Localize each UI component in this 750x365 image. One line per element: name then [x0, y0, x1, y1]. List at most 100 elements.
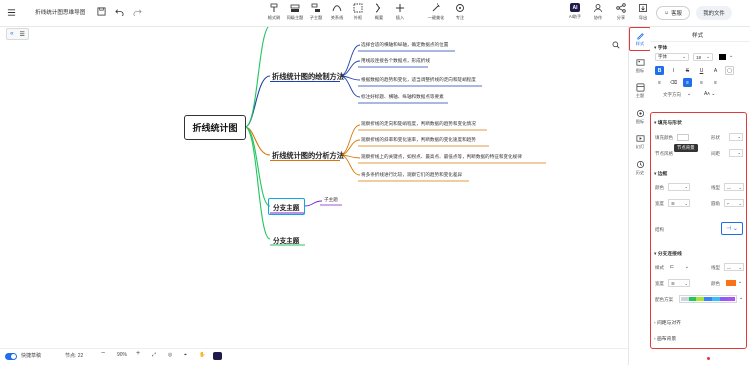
font-size-select[interactable]: 18 ⌄	[693, 53, 713, 61]
branch-color-dropdown-icon[interactable]: ⌄	[738, 279, 742, 285]
zoom-out-button[interactable]: −	[101, 350, 105, 357]
tab-label: 主题	[635, 93, 645, 98]
border-linetype-select[interactable]: — ⌄	[724, 183, 744, 191]
structure-label: 结构	[655, 227, 664, 232]
font-case-button[interactable]: Aᴀ ⌄	[704, 91, 715, 97]
branch-linetype-select[interactable]: — ⌄	[724, 263, 744, 271]
plus-icon	[396, 4, 404, 12]
tab-icons[interactable]: 图标	[629, 58, 651, 74]
undo-icon[interactable]	[115, 7, 124, 18]
panel-resize-handle[interactable]	[707, 357, 710, 360]
subtopic[interactable]: 观察折线的走向和陡峭程度，判断数据的趋势和变化情况	[361, 121, 476, 127]
font-color-swatch[interactable]	[719, 54, 726, 60]
tab-history[interactable]: 历史	[629, 160, 651, 176]
eraser-button[interactable]: ⌫	[669, 78, 678, 87]
align-section-title[interactable]: › 间距与对齐	[654, 319, 681, 326]
branch-section-title[interactable]: ▾ 分支连接线	[654, 250, 682, 257]
align-justify-button[interactable]: ≡	[697, 78, 706, 87]
subtopic[interactable]: 根据数据的趋势和变化，适当调整折线的走向和陡峭程度	[361, 77, 476, 83]
highlight-button[interactable]: ▢	[725, 66, 734, 75]
map-pin-icon[interactable]: ⌖	[184, 352, 187, 358]
subtopic[interactable]: 标注好标题、横轴、纵轴和数据点等要素	[361, 94, 444, 100]
top-toolbar: 折线统计图思维导图 格式刷 同级主题 子主题 关系线 外框 概要 插入 一键美化	[0, 0, 750, 27]
beautify-button[interactable]: 一键美化	[422, 3, 450, 25]
shortcut-label: 快捷草稿	[21, 353, 42, 359]
canvas-section-title[interactable]: › 画布背景	[654, 335, 676, 342]
menu-icon[interactable]	[7, 8, 16, 17]
main-topic[interactable]: 分支主题	[273, 235, 299, 245]
toolbar-label: 子主题	[309, 15, 323, 20]
branch-width-label: 宽度	[655, 281, 664, 286]
panel-title: 样式	[692, 33, 704, 39]
shape-section-title[interactable]: ▾ 填充与形状	[654, 119, 682, 126]
border-radius-select[interactable]: ⌐ ⌄	[724, 199, 744, 207]
locate-icon[interactable]: ◎	[168, 352, 172, 358]
fill-color-label: 填充颜色	[655, 135, 673, 140]
subtopic[interactable]: 观察折线上的关键点，如拐点、最高点、最低点等，判断数据的特征和变化规律	[361, 154, 522, 160]
selected-topic[interactable]: 分支主题	[268, 198, 305, 215]
italic-button[interactable]: I	[669, 66, 678, 75]
strikethrough-button[interactable]: S	[683, 66, 692, 75]
font-family-select[interactable]: 字体 ⌄	[655, 53, 689, 61]
hand-icon[interactable]: ✋	[199, 352, 205, 358]
assistant-bot-icon[interactable]	[213, 352, 222, 360]
align-right-button[interactable]: ≡	[711, 78, 720, 87]
zoom-in-button[interactable]: +	[136, 350, 140, 357]
scheme-dropdown-icon[interactable]: ⌄	[739, 295, 743, 301]
theme-icon	[636, 83, 644, 92]
fit-screen-icon[interactable]: ⤢	[152, 352, 156, 358]
spacing-label: 间距	[711, 151, 720, 156]
shape-select[interactable]: ⌄	[729, 133, 743, 141]
border-radius-label: 圆角	[711, 201, 720, 206]
tab-style[interactable]: 样式	[629, 27, 651, 51]
my-files-button[interactable]: 我的文件	[696, 6, 732, 20]
branch-width-select[interactable]: ☰ ⌄	[668, 279, 690, 287]
branch-color-swatch[interactable]	[726, 280, 736, 286]
branch-linetype-label: 线型	[711, 265, 720, 270]
direction-dropdown-icon[interactable]: ⌄	[687, 91, 691, 97]
subtopic[interactable]: 子主题	[324, 197, 338, 203]
underline-button[interactable]: U	[697, 66, 706, 75]
spacing-select[interactable]: ⌄	[729, 149, 743, 157]
root-topic[interactable]: 折线统计图	[184, 115, 246, 140]
brush-icon	[270, 3, 278, 12]
save-icon[interactable]	[97, 7, 106, 18]
subtopic[interactable]: 选择合适的横轴和纵轴，确定数据点的位置	[361, 42, 448, 48]
toolbar-label: 关系线	[330, 15, 344, 20]
ai-assistant-button[interactable]: AI AI助手	[563, 3, 587, 25]
bold-button[interactable]: B	[655, 66, 664, 75]
customer-service-button[interactable]: ☺ 客服	[656, 6, 690, 20]
export-button[interactable]: 导出	[631, 3, 655, 25]
font-color-dropdown-icon[interactable]: ⌄	[729, 53, 733, 59]
focus-button[interactable]: 专注	[448, 3, 472, 25]
scheme-swatch	[696, 297, 705, 301]
shortcut-toggle[interactable]	[5, 353, 17, 360]
fill-color-swatch[interactable]	[677, 134, 689, 141]
branch-style-select[interactable]: ⊏ ⌄	[668, 263, 690, 271]
mindmap-canvas[interactable]: « ☰ 折线统计图 折线统计图的绘制方法 选择合适的横轴和纵轴，确定数据点的位置…	[0, 27, 628, 348]
border-width-select[interactable]: ☰ ⌄	[668, 199, 690, 207]
color-scheme-select[interactable]	[679, 295, 737, 303]
align-center-button[interactable]: ≡	[683, 78, 692, 87]
redo-icon[interactable]	[133, 7, 142, 18]
insert-button[interactable]: 插入	[388, 3, 412, 25]
toolbar-label: 插入	[395, 15, 405, 20]
border-section-title[interactable]: ▾ 边框	[654, 170, 667, 177]
text-color-button[interactable]: A	[711, 66, 720, 75]
document-title[interactable]: 折线统计图思维导图	[35, 8, 85, 16]
tab-slides[interactable]: 幻灯	[629, 134, 651, 150]
align-left-button[interactable]: ≡	[655, 78, 664, 87]
structure-select[interactable]: ⊣ ⌄	[721, 222, 743, 235]
share-button[interactable]: 分享	[609, 3, 633, 25]
font-section-title[interactable]: ▾ 字体	[654, 44, 667, 51]
tab-theme[interactable]: 主题	[629, 83, 651, 99]
tab-marker[interactable]: 图标	[629, 109, 651, 125]
subtopic[interactable]: 将多条折线进行比较，观察它们的趋势和变化差异	[361, 172, 462, 178]
child-icon	[311, 3, 320, 12]
collaborate-button[interactable]: 协作	[586, 3, 610, 25]
topic-underline	[270, 81, 340, 82]
border-color-select[interactable]: ⌄	[668, 183, 690, 191]
subtopic[interactable]: 观察折线的斜率和变化速率，判断数据的变化速度和趋势	[361, 137, 476, 143]
zoom-level[interactable]: 90%	[117, 352, 127, 358]
subtopic[interactable]: 用线段连接各个数据点，形成折线	[361, 58, 430, 64]
